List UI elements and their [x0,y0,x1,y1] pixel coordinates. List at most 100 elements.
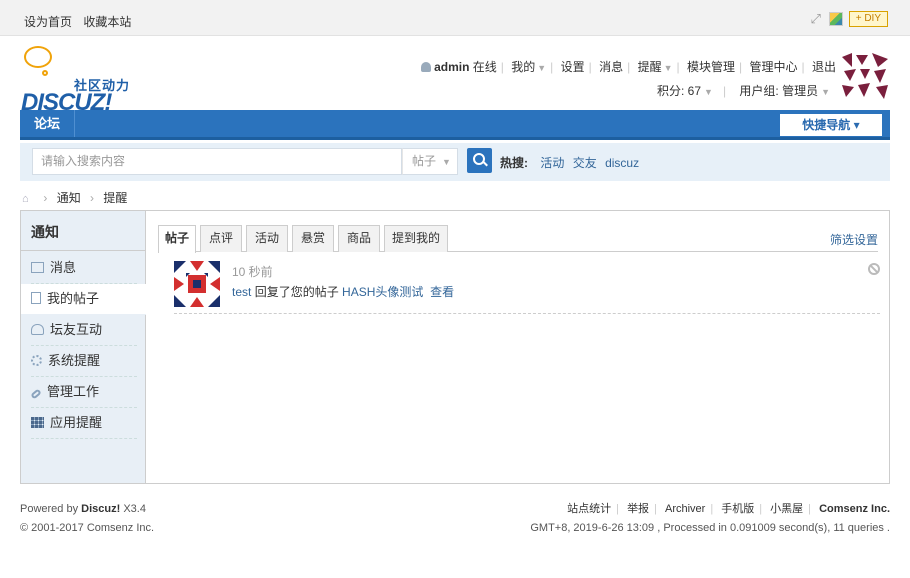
tab-comments[interactable]: 点评 [200,225,242,252]
user-nav: admin 在线 | 我的 ▼ | 设置 | 消息 | 提醒 ▼ | 模块管理 | 管理中心 | … [421,58,836,75]
top-bar: 设为首页 收藏本站 ⤢ + DIY [0,0,910,36]
credits-menu[interactable]: 积分: 67 [657,84,701,98]
set-homepage-link[interactable]: 设为首页 [24,15,72,29]
hot-searches: 热搜: 活动 交友 discuz [500,154,639,171]
logo-bubble-icon [24,46,52,68]
site-logo[interactable]: 社区动力 DISCUZ! [20,46,150,116]
user-avatar[interactable] [842,53,888,99]
link-icon [30,388,42,400]
footer-link-mobile[interactable]: 手机版 [721,503,754,515]
tab-mentions[interactable]: 提到我的 [384,225,448,252]
chevron-down-icon: ▼ [442,157,451,167]
hot-search-link[interactable]: 活动 [540,156,564,170]
footer-left: Powered by Discuz! X3.4 © 2001-2017 Coms… [20,500,154,538]
footer-link-stats[interactable]: 站点统计 [567,503,611,515]
module-manage-link[interactable]: 模块管理 [687,60,735,74]
avatar[interactable] [174,261,220,307]
chevron-down-icon: ▼ [537,63,547,73]
sidebar-item-system[interactable]: 系统提醒 [31,346,137,377]
theme-icon[interactable] [828,12,843,26]
chevron-right-icon: › [43,191,48,205]
tab-posts[interactable]: 帖子 [158,225,196,253]
breadcrumb: ⌂ › 通知 › 提醒 [22,189,127,206]
notice-message: test 回复了您的帖子 HASH头像测试 查看 [232,283,454,300]
discuz-link[interactable]: Discuz! [81,503,120,515]
version-text: X3.4 [123,503,146,515]
diy-button[interactable]: + DIY [848,11,888,27]
username-link[interactable]: admin [434,60,469,74]
messages-link[interactable]: 消息 [599,60,623,74]
footer-link-archiver[interactable]: Archiver [665,503,705,515]
notice-content: 帖子 点评 活动 悬赏 商品 提到我的 筛选设置 10 秒前 test 回复了您… [146,211,889,483]
powered-by-text: Powered by [20,503,79,515]
search-type-select[interactable]: 帖子 ▼ [402,148,458,175]
notice-time: 10 秒前 [232,265,273,279]
breadcrumb-reminder[interactable]: 提醒 [103,191,127,205]
list-item: 10 秒前 test 回复了您的帖子 HASH头像测试 查看 [174,261,880,314]
footer-right: 站点统计 | 举报 | Archiver | 手机版 | 小黑屋 | Comsenz In… [530,500,890,538]
search-input[interactable]: 请输入搜索内容 [32,148,402,175]
sidebar-item-interaction[interactable]: 坛友互动 [31,315,137,346]
tab-rewards[interactable]: 悬赏 [292,225,334,252]
company-link[interactable]: Comsenz Inc. [819,503,890,515]
logout-link[interactable]: 退出 [812,60,836,74]
sidebar-item-label: 坛友互动 [50,322,103,337]
breadcrumb-notice[interactable]: 通知 [57,191,81,205]
user-info: 积分: 67 ▼ | 用户组: 管理员 ▼ [656,84,830,98]
hot-search-label: 热搜: [500,156,528,170]
tab-goods[interactable]: 商品 [338,225,380,252]
mail-icon [31,262,44,273]
notice-sidebar: 通知 消息 我的帖子 坛友互动 系统提醒 管理工作 应用提醒 [21,211,146,483]
sidebar-item-label: 管理工作 [47,384,100,399]
usergroup-menu[interactable]: 用户组: 管理员 [739,84,818,98]
copyright-text: © 2001-2017 Comsenz Inc. [20,522,155,534]
sidebar-item-manage[interactable]: 管理工作 [30,377,137,408]
reminders-menu[interactable]: 提醒 [638,60,662,74]
logo-bubble-dot [42,70,48,76]
sidebar-item-label: 我的帖子 [47,291,100,306]
main-nav: 论坛 快捷导航 ▾ [20,110,890,140]
search-button[interactable] [467,148,492,173]
sidebar-item-label: 消息 [50,260,77,275]
document-icon [31,292,41,304]
footer-link-blacklist[interactable]: 小黑屋 [770,503,803,515]
user-icon [421,62,432,72]
footer-stats: GMT+8, 2019-6-26 13:09 , Processed in 0.… [530,522,890,534]
home-icon[interactable]: ⌂ [22,194,34,205]
diy-plus-icon: + [855,13,862,24]
notice-panel: 通知 消息 我的帖子 坛友互动 系统提醒 管理工作 应用提醒 帖子 点评 活动 … [20,210,890,484]
ignore-icon[interactable] [868,263,880,275]
chevron-down-icon: ▼ [821,87,830,97]
sidebar-item-messages[interactable]: 消息 [31,253,137,284]
sidebar-title: 通知 [21,211,146,251]
nav-forum[interactable]: 论坛 [20,110,76,137]
search-type-value: 帖子 [412,154,437,168]
my-menu[interactable]: 我的 [511,60,535,74]
chevron-down-icon: ▼ [663,63,673,73]
online-status[interactable]: 在线 [473,60,497,74]
settings-link[interactable]: 设置 [561,60,585,74]
notice-post-link[interactable]: HASH头像测试 [342,285,423,299]
quick-nav-label: 快捷导航 [802,118,851,132]
site-header: 社区动力 DISCUZ! admin 在线 | 我的 ▼ | 设置 | 消息 | 提醒 ▼ |… [0,36,910,116]
chevron-down-icon: ▼ [704,87,713,97]
sidebar-item-my-posts[interactable]: 我的帖子 [21,284,146,315]
admin-center-link[interactable]: 管理中心 [750,60,798,74]
hot-search-link[interactable]: 交友 [573,156,597,170]
quick-nav-button[interactable]: 快捷导航 ▾ [780,114,882,136]
tab-activities[interactable]: 活动 [246,225,288,252]
diy-label: DIY [864,13,881,24]
sidebar-item-label: 系统提醒 [48,353,101,368]
grid-icon [31,417,44,428]
notice-tabs: 帖子 点评 活动 悬赏 商品 提到我的 筛选设置 [158,225,878,253]
sidebar-item-apps[interactable]: 应用提醒 [31,408,137,439]
bookmark-site-link[interactable]: 收藏本站 [83,15,131,29]
gear-icon [31,355,42,366]
expand-icon[interactable]: ⤢ [809,12,823,26]
search-bar: 请输入搜索内容 帖子 ▼ 热搜: 活动 交友 discuz [20,143,890,181]
notice-user-link[interactable]: test [232,285,251,299]
view-link[interactable]: 查看 [430,285,454,299]
footer-link-report[interactable]: 举报 [627,503,649,515]
filter-settings-link[interactable]: 筛选设置 [830,231,878,248]
hot-search-link[interactable]: discuz [605,156,639,170]
